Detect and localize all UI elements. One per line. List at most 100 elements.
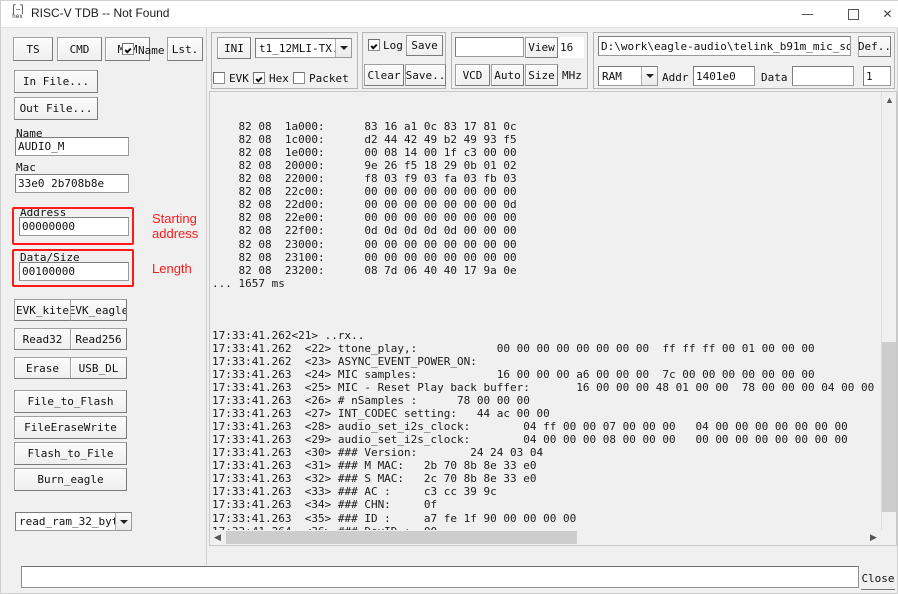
view-value[interactable]: 16: [558, 37, 584, 58]
mac-input[interactable]: 33e0 2b708b8e: [15, 174, 129, 193]
scroll-left-icon[interactable]: ◀: [210, 530, 225, 545]
evk-kite-button[interactable]: EVK_kite: [14, 299, 71, 321]
view-input[interactable]: [455, 37, 524, 57]
hex-dump-line: [212, 290, 897, 303]
log-line: 17:33:41.262 <22> ttone_play,: 00 00 00 …: [212, 342, 897, 355]
data-input[interactable]: [792, 66, 854, 86]
chevron-down-icon[interactable]: [335, 39, 351, 57]
read256-button[interactable]: Read256: [70, 328, 127, 350]
log-line: 17:33:41.263 <24> MIC samples: 16 00 00 …: [212, 368, 897, 381]
hex-dump-line: 82 08 1e000: 00 08 14 00 1f c3 00 00: [212, 146, 897, 159]
save-button[interactable]: Save: [406, 35, 443, 56]
address-annotation: Starting address: [152, 211, 198, 241]
panel-divider: [206, 28, 207, 565]
application-window: ⎡⎯⎤hex RISC-V TDB -- Not Found ✕ TS CMD …: [0, 0, 898, 594]
log-line: 17:33:41.263 <30> ### Version: 24 24 03 …: [212, 446, 897, 459]
data-label: Data: [761, 71, 788, 84]
lst-button[interactable]: Lst.: [167, 37, 203, 61]
mode-combo-value: read_ram_32_byte: [16, 515, 115, 528]
ini-button[interactable]: INI: [217, 37, 251, 59]
hex-checkbox-label: Hex: [269, 72, 289, 85]
file-erase-write-button[interactable]: FileEraseWrite: [14, 416, 127, 439]
name-input[interactable]: AUDIO_M: [15, 137, 129, 156]
close-icon: ✕: [882, 7, 892, 21]
minimize-button[interactable]: [784, 1, 830, 27]
chevron-down-icon[interactable]: [115, 513, 131, 530]
out-file-button[interactable]: Out File...: [14, 97, 98, 120]
hex-dump-line: 82 08 20000: 9e 26 f5 18 29 0b 01 02: [212, 159, 897, 172]
mhz-label: MHz: [562, 69, 582, 82]
cmd-button[interactable]: CMD: [57, 37, 102, 61]
log-horizontal-scrollbar[interactable]: ◀ ▶: [210, 530, 896, 545]
app-icon: ⎡⎯⎤hex: [10, 6, 25, 21]
hex-dump-line: 82 08 1c000: d2 44 42 49 b2 49 93 f5: [212, 133, 897, 146]
name-checkbox-label: Name: [138, 44, 165, 57]
log-line: 17:33:41.263 <25> MIC - Reset Play back …: [212, 381, 897, 394]
hex-dump-line: 82 08 22f00: 0d 0d 0d 0d 0d 00 00 00: [212, 224, 897, 237]
packet-checkbox[interactable]: [293, 72, 305, 84]
mode-combo[interactable]: read_ram_32_byte: [15, 512, 132, 531]
window-title: RISC-V TDB -- Not Found: [31, 6, 169, 20]
hex-checkbox[interactable]: [253, 72, 265, 84]
addr-label: Addr: [662, 71, 689, 84]
addr-input[interactable]: 1401e0: [693, 66, 755, 86]
log-line: 17:33:41.263 <32> ### S MAC: 2c 70 8b 8e…: [212, 472, 897, 485]
maximize-button[interactable]: [830, 1, 876, 27]
log-console[interactable]: 82 08 1a000: 83 16 a1 0c 83 17 81 0c 82 …: [209, 91, 897, 546]
vertical-scroll-thumb[interactable]: [882, 342, 897, 512]
chevron-down-icon[interactable]: [641, 67, 657, 85]
scroll-right-icon[interactable]: ▶: [866, 530, 881, 545]
log-checkbox[interactable]: [368, 39, 380, 51]
usb-dl-button[interactable]: USB_DL: [70, 357, 127, 379]
hex-dump-block: 82 08 1a000: 83 16 a1 0c 83 17 81 0c 82 …: [212, 120, 897, 303]
horizontal-scroll-thumb[interactable]: [226, 531, 577, 544]
log-content: 82 08 1a000: 83 16 a1 0c 83 17 81 0c 82 …: [212, 94, 897, 546]
status-input[interactable]: [21, 566, 859, 588]
size-button[interactable]: Size: [525, 64, 558, 86]
ini-combo[interactable]: t1_12MLI-TX.: [255, 38, 352, 58]
hex-dump-line: 82 08 22000: f8 03 f9 03 fa 03 fb 03: [212, 172, 897, 185]
vcd-button[interactable]: VCD: [455, 64, 490, 86]
maximize-icon: [848, 9, 859, 20]
datasize-highlight-box: [12, 249, 134, 287]
close-button[interactable]: Close: [861, 567, 895, 590]
hex-dump-line: 82 08 23100: 00 00 00 00 00 00 00 00: [212, 251, 897, 264]
evk-checkbox-label: EVK: [229, 72, 249, 85]
file-to-flash-button[interactable]: File_to_Flash: [14, 390, 127, 413]
mem-type-combo[interactable]: RAM: [598, 66, 658, 86]
log-line: 17:33:41.263 <34> ### CHN: 0f: [212, 498, 897, 511]
auto-button[interactable]: Auto: [491, 64, 524, 86]
hex-dump-line: 82 08 22d00: 00 00 00 00 00 00 00 0d: [212, 198, 897, 211]
hex-dump-line: 82 08 22e00: 00 00 00 00 00 00 00 00: [212, 211, 897, 224]
view-button[interactable]: View: [525, 37, 558, 58]
title-bar: ⎡⎯⎤hex RISC-V TDB -- Not Found ✕: [1, 1, 898, 28]
path-input[interactable]: D:\work\eagle-audio\telink_b91m_mic_sdl: [598, 36, 851, 56]
minimize-icon: [802, 14, 813, 15]
evk-eagle-button[interactable]: EVK_eagle: [70, 299, 127, 321]
log-line: 17:33:41.263 <35> ### ID : a7 fe 1f 90 0…: [212, 512, 897, 525]
address-highlight-box: [12, 207, 134, 245]
burn-eagle-button[interactable]: Burn_eagle: [14, 468, 127, 491]
erase-button[interactable]: Erase: [14, 357, 71, 379]
hex-dump-line: 82 08 23000: 00 00 00 00 00 00 00 00: [212, 238, 897, 251]
ts-button[interactable]: TS: [13, 37, 53, 61]
evk-checkbox[interactable]: [213, 72, 225, 84]
mac-field-label: Mac: [16, 161, 36, 174]
flash-to-file-button[interactable]: Flash_to_File: [14, 442, 127, 465]
name-checkbox[interactable]: [122, 43, 134, 55]
def-button[interactable]: Def..: [858, 36, 891, 57]
scroll-up-icon[interactable]: ▲: [882, 92, 897, 107]
save-as-button[interactable]: Save..: [405, 64, 446, 86]
hex-dump-line: 82 08 1a000: 83 16 a1 0c 83 17 81 0c: [212, 120, 897, 133]
ini-combo-value: t1_12MLI-TX.: [256, 42, 335, 55]
log-line: 17:33:41.262 <23> ASYNC_EVENT_POWER_ON:: [212, 355, 897, 368]
in-file-button[interactable]: In File...: [14, 70, 98, 93]
read32-button[interactable]: Read32: [14, 328, 71, 350]
close-window-button[interactable]: ✕: [876, 1, 898, 27]
count-input[interactable]: 1: [863, 66, 891, 86]
log-line: 17:33:41.263 <28> audio_set_i2s_clock: 0…: [212, 420, 897, 433]
log-vertical-scrollbar[interactable]: ▲ ▼: [881, 92, 896, 545]
log-line: 17:33:41.262<21> ..rx..: [212, 329, 897, 342]
log-line: 17:33:41.263 <27> INT_CODEC setting: 44 …: [212, 407, 897, 420]
clear-button[interactable]: Clear: [364, 64, 404, 86]
